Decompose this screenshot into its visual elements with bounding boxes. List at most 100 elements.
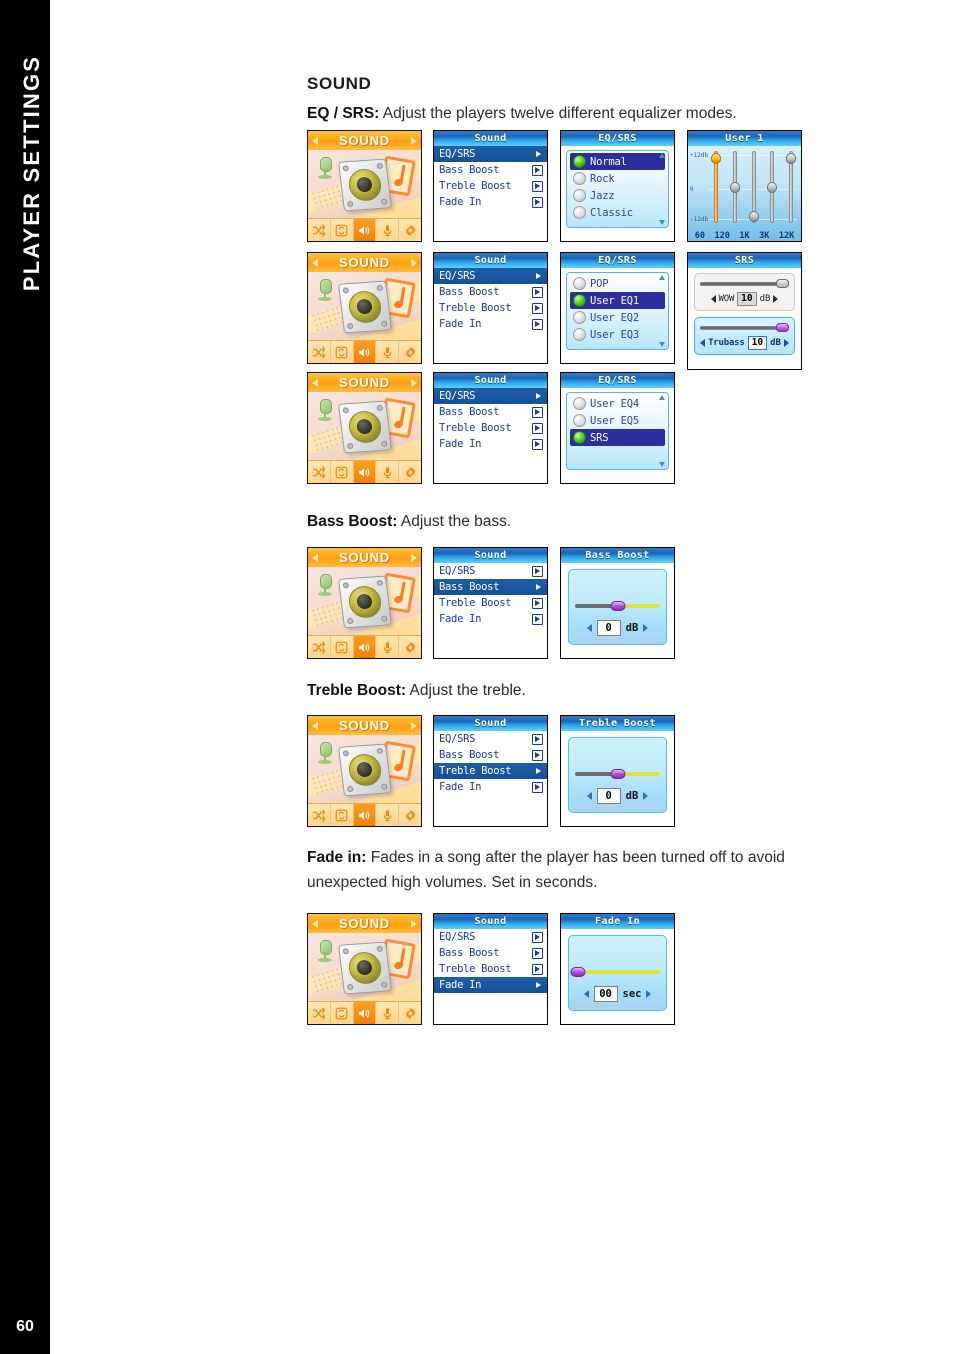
srs-slider[interactable] [700, 323, 789, 332]
left-arrow-icon[interactable] [312, 721, 318, 730]
toolbar-microphone-icon[interactable] [376, 804, 400, 826]
toolbar-microphone-icon[interactable] [376, 1002, 400, 1024]
eq-band-knob[interactable] [711, 153, 721, 164]
scroll-down-icon[interactable] [659, 462, 665, 467]
radio-button-icon[interactable] [573, 206, 586, 219]
eq-mode-option[interactable]: User EQ2 [570, 309, 665, 326]
menu-item-bass-boost[interactable]: Bass Boost [434, 404, 547, 420]
srs-slider-knob[interactable] [776, 323, 789, 332]
toolbar-gear-icon[interactable] [399, 636, 421, 658]
left-arrow-icon[interactable] [312, 378, 318, 387]
eq-mode-option[interactable]: Classic [570, 204, 665, 221]
menu-item-treble-boost[interactable]: Treble Boost [434, 178, 547, 194]
menu-item-bass-boost[interactable]: Bass Boost [434, 945, 547, 961]
menu-item-eq-srs[interactable]: EQ/SRS [434, 563, 547, 579]
eq-mode-option[interactable]: SRS [570, 429, 665, 446]
increment-arrow-icon[interactable] [783, 339, 789, 347]
eq-mode-option[interactable]: Jazz [570, 187, 665, 204]
menu-item-eq-srs[interactable]: EQ/SRS [434, 146, 547, 162]
toolbar-speaker-icon[interactable] [353, 636, 377, 658]
bass-boost-slider-knob[interactable] [610, 601, 625, 611]
left-arrow-icon[interactable] [312, 136, 318, 145]
toolbar-repeat-icon[interactable] [331, 219, 354, 241]
bass-boost-slider[interactable] [575, 601, 660, 611]
toolbar-shuffle-icon[interactable] [308, 219, 331, 241]
increment-arrow-icon[interactable] [643, 792, 649, 800]
treble-boost-slider[interactable] [575, 769, 660, 779]
toolbar-microphone-icon[interactable] [376, 219, 400, 241]
menu-item-fade-in[interactable]: Fade In [434, 316, 547, 332]
radio-button-icon[interactable] [573, 155, 586, 168]
toolbar-speaker-icon[interactable] [353, 804, 377, 826]
radio-button-icon[interactable] [573, 328, 586, 341]
eq-mode-option[interactable]: User EQ4 [570, 395, 665, 412]
eq-band-knob[interactable] [786, 153, 796, 164]
radio-button-icon[interactable] [573, 189, 586, 202]
toolbar-microphone-icon[interactable] [376, 636, 400, 658]
right-arrow-icon[interactable] [411, 721, 417, 730]
radio-button-icon[interactable] [573, 431, 586, 444]
eq-band-12K[interactable] [785, 151, 797, 223]
toolbar-shuffle-icon[interactable] [308, 804, 331, 826]
srs-slider[interactable] [700, 279, 789, 288]
toolbar-shuffle-icon[interactable] [308, 461, 331, 483]
right-arrow-icon[interactable] [411, 553, 417, 562]
toolbar-repeat-icon[interactable] [331, 1002, 354, 1024]
increment-arrow-icon[interactable] [646, 990, 652, 998]
scroll-up-icon[interactable] [659, 395, 665, 400]
treble-boost-slider-knob[interactable] [610, 769, 625, 779]
eq-mode-option[interactable]: Normal [570, 153, 665, 170]
toolbar-repeat-icon[interactable] [331, 636, 354, 658]
toolbar-speaker-icon[interactable] [353, 1002, 377, 1024]
toolbar-speaker-icon[interactable] [353, 219, 377, 241]
menu-item-eq-srs[interactable]: EQ/SRS [434, 388, 547, 404]
scrollbar[interactable] [659, 275, 666, 347]
increment-arrow-icon[interactable] [643, 624, 649, 632]
eq-mode-option[interactable]: POP [570, 275, 665, 292]
eq-mode-option[interactable]: User EQ3 [570, 326, 665, 343]
srs-control-trubass[interactable]: Trubass 10 dB [694, 317, 795, 355]
eq-mode-option[interactable]: User EQ1 [570, 292, 665, 309]
decrement-arrow-icon[interactable] [710, 295, 716, 303]
eq-band-knob[interactable] [748, 211, 759, 222]
menu-item-bass-boost[interactable]: Bass Boost [434, 162, 547, 178]
fade-in-slider[interactable] [570, 967, 660, 977]
increment-arrow-icon[interactable] [773, 295, 779, 303]
radio-button-icon[interactable] [573, 277, 586, 290]
srs-control-wow[interactable]: WOW 10 dB [694, 273, 795, 311]
decrement-arrow-icon[interactable] [583, 990, 589, 998]
eq-band-knob[interactable] [729, 182, 740, 193]
left-arrow-icon[interactable] [312, 919, 318, 928]
radio-button-icon[interactable] [573, 397, 586, 410]
toolbar-shuffle-icon[interactable] [308, 341, 331, 363]
menu-item-fade-in[interactable]: Fade In [434, 977, 547, 993]
left-arrow-icon[interactable] [312, 258, 318, 267]
menu-item-treble-boost[interactable]: Treble Boost [434, 961, 547, 977]
menu-item-treble-boost[interactable]: Treble Boost [434, 763, 547, 779]
right-arrow-icon[interactable] [411, 919, 417, 928]
menu-item-bass-boost[interactable]: Bass Boost [434, 747, 547, 763]
menu-item-treble-boost[interactable]: Treble Boost [434, 300, 547, 316]
left-arrow-icon[interactable] [312, 553, 318, 562]
radio-button-icon[interactable] [573, 294, 586, 307]
toolbar-shuffle-icon[interactable] [308, 636, 331, 658]
decrement-arrow-icon[interactable] [586, 792, 592, 800]
scrollbar[interactable] [659, 153, 666, 225]
menu-item-fade-in[interactable]: Fade In [434, 611, 547, 627]
eq-mode-option[interactable]: Rock [570, 170, 665, 187]
toolbar-speaker-icon[interactable] [353, 341, 377, 363]
toolbar-repeat-icon[interactable] [331, 804, 354, 826]
eq-band-3K[interactable] [766, 151, 778, 223]
menu-item-fade-in[interactable]: Fade In [434, 194, 547, 210]
toolbar-gear-icon[interactable] [399, 461, 421, 483]
decrement-arrow-icon[interactable] [700, 339, 706, 347]
toolbar-microphone-icon[interactable] [376, 461, 400, 483]
menu-item-bass-boost[interactable]: Bass Boost [434, 284, 547, 300]
menu-item-treble-boost[interactable]: Treble Boost [434, 420, 547, 436]
scroll-down-icon[interactable] [659, 220, 665, 225]
menu-item-eq-srs[interactable]: EQ/SRS [434, 268, 547, 284]
eq-band-60[interactable] [710, 151, 722, 223]
menu-item-eq-srs[interactable]: EQ/SRS [434, 929, 547, 945]
toolbar-gear-icon[interactable] [399, 1002, 421, 1024]
menu-item-treble-boost[interactable]: Treble Boost [434, 595, 547, 611]
